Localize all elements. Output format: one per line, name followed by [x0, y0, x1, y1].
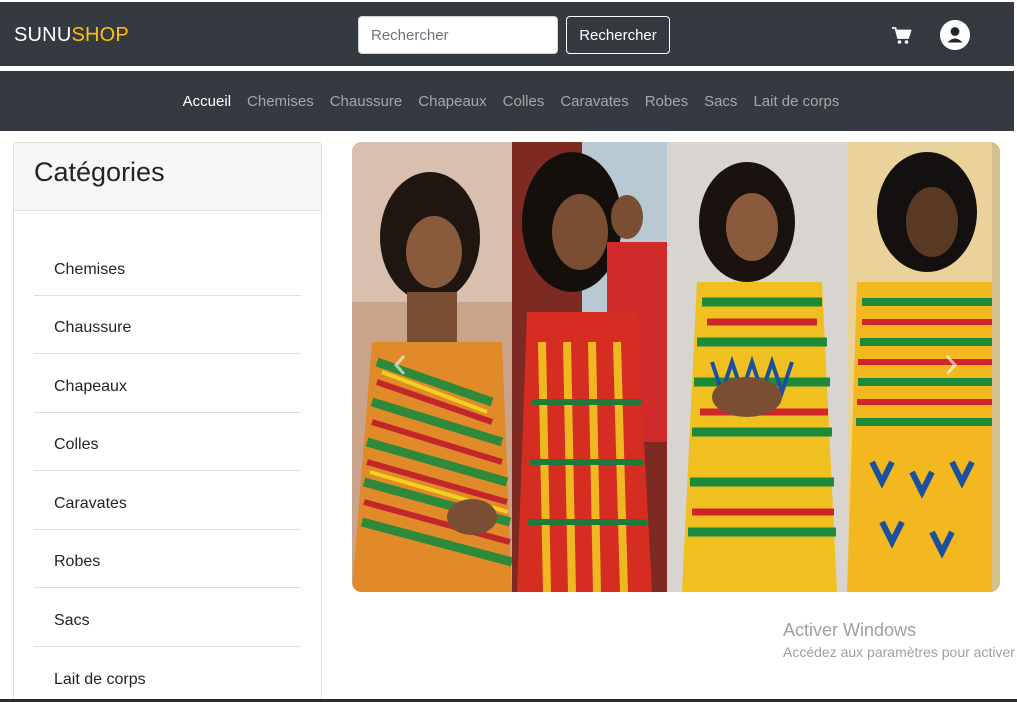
user-avatar-icon[interactable]: [940, 20, 970, 50]
activation-title: Activer Windows: [783, 620, 917, 640]
top-navbar: SUNUSHOP Rechercher: [0, 2, 1014, 66]
chevron-right-icon[interactable]: [943, 353, 959, 377]
product-carousel[interactable]: [352, 142, 1000, 592]
nav-link-robes[interactable]: Robes: [645, 93, 688, 110]
category-item-colles[interactable]: Colles: [34, 413, 301, 471]
categories-card: Catégories Chemises Chaussure Chapeaux Coll…: [13, 142, 322, 702]
chevron-left-icon[interactable]: [392, 353, 408, 377]
search-button[interactable]: Rechercher: [566, 16, 670, 54]
category-item-robes[interactable]: Robes: [34, 530, 301, 588]
windows-activation-watermark: Activer Windows Accédez aux paramètres p…: [783, 620, 1015, 660]
nav-link-chapeaux[interactable]: Chapeaux: [418, 93, 486, 110]
cart-icon[interactable]: [892, 27, 912, 45]
category-item-caravates[interactable]: Caravates: [34, 471, 301, 530]
brand-logo[interactable]: SUNUSHOP: [14, 24, 129, 47]
category-item-sacs[interactable]: Sacs: [34, 588, 301, 647]
category-item-chemises[interactable]: Chemises: [34, 237, 301, 296]
carousel-image: [352, 142, 1000, 592]
category-item-chaussure[interactable]: Chaussure: [34, 296, 301, 354]
category-item-lait-de-corps[interactable]: Lait de corps: [34, 647, 301, 702]
category-item-chapeaux[interactable]: Chapeaux: [34, 354, 301, 413]
nav-link-accueil[interactable]: Accueil: [183, 93, 231, 110]
brand-part-2: SHOP: [71, 24, 129, 46]
nav-link-chemises[interactable]: Chemises: [247, 93, 314, 110]
nav-links: Accueil Chemises Chaussure Chapeaux Colles Ca…: [0, 71, 1014, 131]
categories-title: Catégories: [34, 157, 165, 187]
nav-link-chaussure[interactable]: Chaussure: [330, 93, 403, 110]
activation-subtitle: Accédez aux paramètres pour activer: [783, 644, 1015, 660]
nav-link-lait-de-corps[interactable]: Lait de corps: [753, 93, 839, 110]
nav-link-colles[interactable]: Colles: [503, 93, 545, 110]
categories-header: Catégories: [14, 143, 321, 211]
search-input[interactable]: [358, 16, 558, 54]
nav-link-caravates[interactable]: Caravates: [560, 93, 628, 110]
categories-list: Chemises Chaussure Chapeaux Colles Caravates…: [14, 211, 321, 702]
nav-link-sacs[interactable]: Sacs: [704, 93, 737, 110]
brand-part-1: SUNU: [14, 24, 72, 46]
category-navbar: Accueil Chemises Chaussure Chapeaux Colles Ca…: [0, 71, 1014, 131]
